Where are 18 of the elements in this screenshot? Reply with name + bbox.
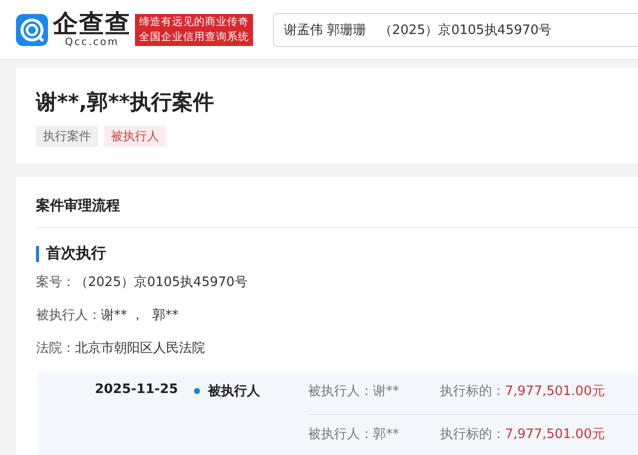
case-field: 法院：北京市朝阳区人民法院 — [36, 339, 638, 357]
brand-name: 企查查 — [53, 10, 131, 36]
record-date: 2025-11-25 — [94, 382, 178, 399]
brand-domain: Qcc.com — [65, 36, 119, 48]
party-text: 被执行人：郭** — [308, 426, 400, 443]
stage-title: 首次执行 — [46, 244, 106, 263]
case-field: 被执行人：谢** ， 郭** — [36, 306, 638, 324]
amount-text: 执行标的：7,977,501.00元 — [440, 383, 605, 400]
case-tag: 被执行人 — [104, 126, 166, 147]
slogan-banner: 缔造有远见的商业传奇 全国企业信用查询系统 — [135, 14, 253, 46]
record-type: 被执行人 — [208, 383, 261, 401]
case-field: 案号：（2025）京0105执45970号 — [36, 273, 638, 291]
amount-text: 执行标的：7,977,501.00元 — [440, 426, 605, 443]
party-text: 被执行人：谢** — [308, 383, 400, 400]
section-heading: 案件审理流程 — [36, 197, 638, 228]
case-title: 谢**,郭**执行案件 — [36, 89, 215, 116]
search-field[interactable]: 谢孟伟 郭珊珊 （2025）京0105执45970号 — [273, 12, 638, 46]
case-tag: 执行案件 — [36, 126, 98, 147]
